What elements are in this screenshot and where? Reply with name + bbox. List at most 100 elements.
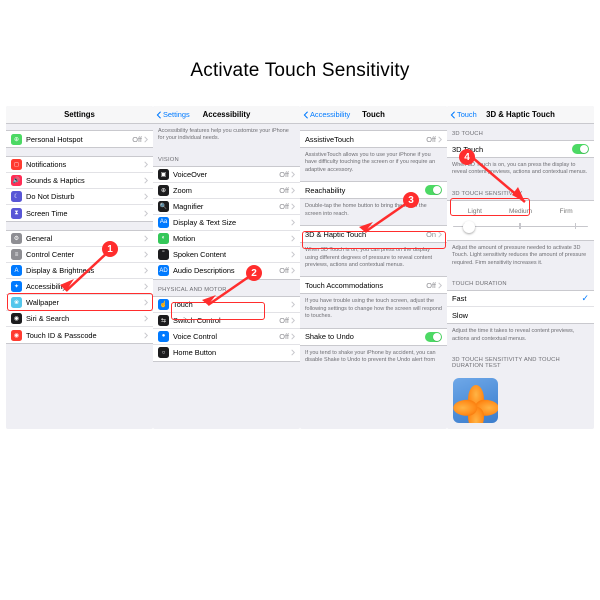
- row-display-brightness[interactable]: A Display & Brightness: [6, 263, 153, 279]
- row-assistivetouch[interactable]: AssistiveTouchOff: [300, 131, 447, 147]
- row-wallpaper[interactable]: ❀ Wallpaper: [6, 295, 153, 311]
- row-3d-haptic-touch[interactable]: 3D & Haptic TouchOn: [300, 226, 447, 242]
- voice-icon: ▣: [158, 169, 169, 180]
- row-label: General: [26, 234, 144, 243]
- siri-icon: ◉: [11, 313, 22, 324]
- row-do-not-disturb[interactable]: ☾Do Not Disturb: [6, 189, 153, 205]
- back-button[interactable]: Touch: [450, 110, 477, 119]
- row-home-button[interactable]: ○ Home Button: [153, 345, 300, 361]
- row-label: Magnifier: [173, 202, 279, 211]
- row-touch[interactable]: ☝Touch: [153, 297, 300, 313]
- nav-title: Accessibility: [203, 110, 251, 119]
- row-shake-to-undo[interactable]: Shake to Undo: [300, 329, 447, 345]
- row-control-center[interactable]: ≡ Control Center: [6, 247, 153, 263]
- panel-accessibility: Settings Accessibility Accessibility fea…: [153, 106, 300, 429]
- row-value: Off: [279, 170, 289, 179]
- row-display-text-size[interactable]: AaDisplay & Text Size: [153, 215, 300, 231]
- page-title: Activate Touch Sensitivity: [0, 0, 600, 106]
- row-switch-control[interactable]: ⇆Switch ControlOff: [153, 313, 300, 329]
- section-header: VISION: [153, 150, 300, 166]
- back-button[interactable]: Accessibility: [303, 110, 350, 119]
- bell-icon: ◻: [11, 159, 22, 170]
- motion-icon: ◐: [158, 233, 169, 244]
- row-label: Screen Time: [26, 209, 144, 218]
- section-header: 3D TOUCH SENSITIVITY: [447, 184, 594, 200]
- row-accessibility[interactable]: ✦Accessibility: [6, 279, 153, 295]
- row-label: Motion: [173, 234, 291, 243]
- gear-icon: ⚙: [11, 233, 22, 244]
- hourglass-icon: ⧗: [11, 208, 22, 219]
- sensitivity-segments: LightMediumFirm: [452, 205, 589, 218]
- row-label: Sounds & Haptics: [26, 176, 144, 185]
- row-spoken-content[interactable]: " Spoken Content: [153, 247, 300, 263]
- row-label: Touch ID & Passcode: [26, 331, 144, 340]
- wall-icon: ❀: [11, 297, 22, 308]
- row-duration-slow[interactable]: Slow: [447, 307, 594, 323]
- acc-icon: ✦: [11, 281, 22, 292]
- hotspot-icon: ⊕: [11, 134, 22, 145]
- section-header: 3D TOUCH SENSITIVITY AND TOUCH DURATION …: [447, 350, 594, 372]
- row-value: Off: [279, 186, 289, 195]
- step-badge-2: 2: [246, 265, 262, 281]
- back-button[interactable]: Settings: [156, 110, 190, 119]
- row-siri-search[interactable]: ◉ Siri & Search: [6, 311, 153, 327]
- section-header: PHYSICAL AND MOTOR: [153, 280, 300, 296]
- row-duration-fast[interactable]: Fast✓: [447, 291, 594, 307]
- display-icon: A: [11, 265, 22, 276]
- row-personal-hotspot[interactable]: ⊕Personal HotspotOff: [6, 131, 153, 147]
- section-header: TOUCH DURATION: [447, 274, 594, 290]
- switch-icon: ⇆: [158, 315, 169, 326]
- row-value: Off: [279, 332, 289, 341]
- row-label: Display & Brightness: [26, 266, 144, 275]
- mag-icon: 🔍: [158, 201, 169, 212]
- footer-text: Adjust the time it takes to reveal conte…: [447, 324, 594, 350]
- row-notifications[interactable]: ◻ Notifications: [6, 157, 153, 173]
- panel-touch: Accessibility Touch AssistiveTouchOff As…: [300, 106, 447, 429]
- row-label: Wallpaper: [26, 298, 144, 307]
- nav-title: 3D & Haptic Touch: [486, 110, 555, 119]
- panel-settings: Settings ⊕Personal HotspotOff ◻Notificat…: [6, 106, 153, 429]
- row-label: Siri & Search: [26, 314, 144, 323]
- audio-icon: AD: [158, 265, 169, 276]
- row-motion[interactable]: ◐ Motion: [153, 231, 300, 247]
- footer-text: If you have trouble using the touch scre…: [300, 294, 447, 327]
- toggle-3d-touch[interactable]: [572, 144, 589, 154]
- row-magnifier[interactable]: 🔍 MagnifierOff: [153, 199, 300, 215]
- speaker-icon: 🔊: [11, 175, 22, 186]
- home-icon: ○: [158, 347, 169, 358]
- sensitivity-slider[interactable]: [453, 220, 588, 234]
- spoken-icon: ": [158, 249, 169, 260]
- row-reachability[interactable]: Reachability: [300, 182, 447, 198]
- row-label: Home Button: [173, 348, 291, 357]
- row-label: Notifications: [26, 160, 144, 169]
- row-zoom[interactable]: ⊕ZoomOff: [153, 183, 300, 199]
- row-label: Do Not Disturb: [26, 192, 144, 201]
- checkmark-icon: ✓: [581, 293, 589, 304]
- row-label: Audio Descriptions: [173, 266, 279, 275]
- navbar: Touch 3D & Haptic Touch: [447, 106, 594, 124]
- row-touch-accommodations[interactable]: Touch AccommodationsOff: [300, 277, 447, 293]
- step-badge-1: 1: [102, 241, 118, 257]
- row-value: Off: [279, 202, 289, 211]
- test-image[interactable]: [453, 378, 498, 423]
- row-audio-descriptions[interactable]: AD Audio DescriptionsOff: [153, 263, 300, 279]
- row-value: Off: [279, 266, 289, 275]
- nav-title: Touch: [362, 110, 385, 119]
- touchid-icon: ◉: [11, 330, 22, 341]
- row-label: Touch: [173, 300, 291, 309]
- row-label: VoiceOver: [173, 170, 279, 179]
- section-header: 3D TOUCH: [447, 124, 594, 140]
- row-screen-time[interactable]: ⧗ Screen Time: [6, 205, 153, 221]
- row-general[interactable]: ⚙ General: [6, 231, 153, 247]
- row-touch-id-passcode[interactable]: ◉ Touch ID & Passcode: [6, 327, 153, 343]
- toggle-shake-undo[interactable]: [425, 332, 442, 342]
- row-voice-control[interactable]: ●Voice ControlOff: [153, 329, 300, 345]
- row-voiceover[interactable]: ▣ VoiceOverOff: [153, 167, 300, 183]
- row-sounds-haptics[interactable]: 🔊 Sounds & Haptics: [6, 173, 153, 189]
- navbar: Accessibility Touch: [300, 106, 447, 124]
- toggle-reachability[interactable]: [425, 185, 442, 195]
- footer-text: AssistiveTouch allows you to use your iP…: [300, 148, 447, 181]
- row-label: Spoken Content: [173, 250, 291, 259]
- row-label: Control Center: [26, 250, 144, 259]
- sliders-icon: ≡: [11, 249, 22, 260]
